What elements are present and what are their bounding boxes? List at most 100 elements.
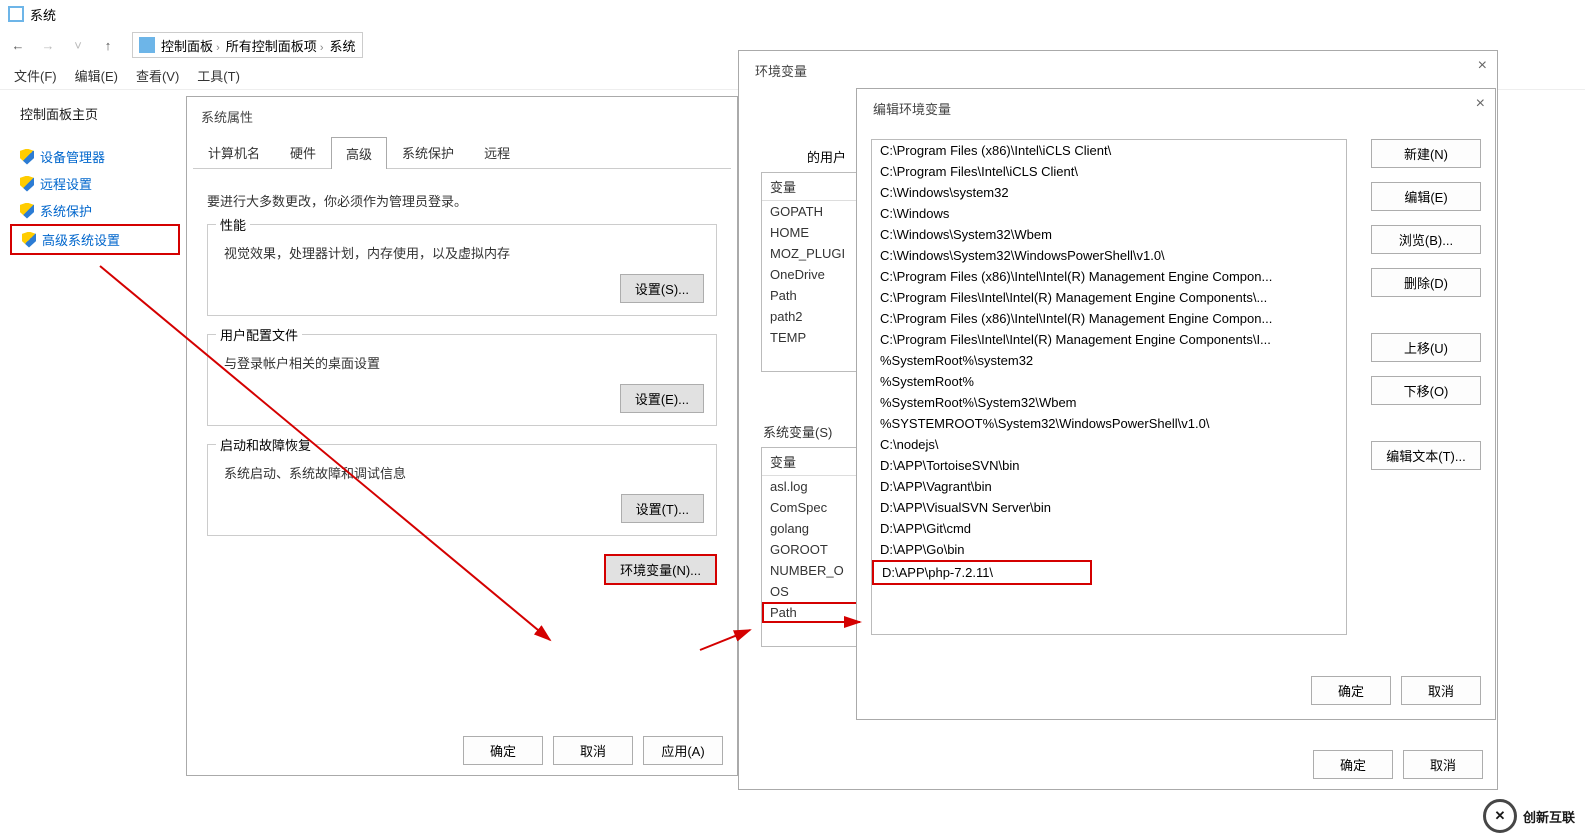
close-icon[interactable]: × <box>1476 95 1485 113</box>
dropdown-icon[interactable]: ˅ <box>68 38 88 53</box>
breadcrumb[interactable]: 系统 <box>330 36 356 55</box>
sidebar-item-label: 远程设置 <box>40 174 92 193</box>
browse-button[interactable]: 浏览(B)... <box>1371 225 1481 254</box>
tab-computer-name[interactable]: 计算机名 <box>193 136 275 168</box>
list-item[interactable]: HOME <box>762 222 870 243</box>
list-item[interactable]: MOZ_PLUGI <box>762 243 870 264</box>
watermark-text: 创新互联 <box>1523 807 1575 826</box>
breadcrumb[interactable]: 所有控制面板项 <box>226 36 324 55</box>
path-item[interactable]: C:\Program Files (x86)\Intel\Intel(R) Ma… <box>872 266 1346 287</box>
back-arrow-icon[interactable]: ← <box>8 38 28 53</box>
edit-text-button[interactable]: 编辑文本(T)... <box>1371 441 1481 470</box>
tab-remote[interactable]: 远程 <box>469 136 525 168</box>
settings-button-perf[interactable]: 设置(S)... <box>620 274 704 303</box>
menu-edit[interactable]: 编辑(E) <box>75 66 118 85</box>
dialog-button-row: 确定 取消 <box>1313 750 1483 779</box>
sidebar-item-label: 高级系统设置 <box>42 230 120 249</box>
dialog-button-row: 确定 取消 应用(A) <box>463 736 723 765</box>
close-icon[interactable]: × <box>1478 57 1487 75</box>
dialog-button-row: 确定 取消 <box>1311 676 1481 705</box>
list-item[interactable]: GOPATH <box>762 201 870 222</box>
path-item[interactable]: C:\Program Files\Intel\iCLS Client\ <box>872 161 1346 182</box>
apply-button[interactable]: 应用(A) <box>643 736 723 765</box>
cancel-button[interactable]: 取消 <box>1401 676 1481 705</box>
path-item[interactable]: C:\Program Files (x86)\Intel\iCLS Client… <box>872 140 1346 161</box>
path-list[interactable]: C:\Program Files (x86)\Intel\iCLS Client… <box>871 139 1347 635</box>
delete-button[interactable]: 删除(D) <box>1371 268 1481 297</box>
path-item[interactable]: C:\Windows\System32\WindowsPowerShell\v1… <box>872 245 1346 266</box>
list-item[interactable]: path2 <box>762 306 870 327</box>
edit-side-buttons: 新建(N) 编辑(E) 浏览(B)... 删除(D) 上移(U) 下移(O) 编… <box>1371 139 1481 470</box>
sidebar-item-protection[interactable]: 系统保护 <box>10 197 180 224</box>
edit-env-var-dialog: 编辑环境变量 × C:\Program Files (x86)\Intel\iC… <box>856 88 1496 720</box>
list-item[interactable]: golang <box>762 518 870 539</box>
list-item[interactable]: GOROOT <box>762 539 870 560</box>
path-item[interactable]: D:\APP\TortoiseSVN\bin <box>872 455 1346 476</box>
path-item[interactable]: %SystemRoot%\system32 <box>872 350 1346 371</box>
tab-protection[interactable]: 系统保护 <box>387 136 469 168</box>
path-item[interactable]: C:\Program Files\Intel\Intel(R) Manageme… <box>872 329 1346 350</box>
breadcrumb[interactable]: 控制面板 <box>161 36 220 55</box>
ok-button[interactable]: 确定 <box>1311 676 1391 705</box>
path-item[interactable]: C:\Windows\system32 <box>872 182 1346 203</box>
path-item[interactable]: C:\Program Files\Intel\Intel(R) Manageme… <box>872 287 1346 308</box>
path-item[interactable]: D:\APP\VisualSVN Server\bin <box>872 497 1346 518</box>
list-item[interactable]: Path <box>762 285 870 306</box>
shield-icon <box>20 203 34 219</box>
sidebar-item-advanced[interactable]: 高级系统设置 <box>10 224 180 255</box>
move-up-button[interactable]: 上移(U) <box>1371 333 1481 362</box>
dialog-title: 系统属性 <box>187 97 737 136</box>
list-item[interactable]: OS <box>762 581 870 602</box>
cancel-button[interactable]: 取消 <box>553 736 633 765</box>
tab-hardware[interactable]: 硬件 <box>275 136 331 168</box>
path-item[interactable]: D:\APP\php-7.2.11\ <box>872 560 1092 585</box>
menu-file[interactable]: 文件(F) <box>14 66 57 85</box>
list-item[interactable]: asl.log <box>762 476 870 497</box>
path-item[interactable]: D:\APP\Vagrant\bin <box>872 476 1346 497</box>
sys-vars-list[interactable]: 变量 asl.logComSpecgolangGOROOTNUMBER_OOSP… <box>761 447 871 647</box>
menu-tools[interactable]: 工具(T) <box>197 66 240 85</box>
ok-button[interactable]: 确定 <box>463 736 543 765</box>
sidebar-item-device-manager[interactable]: 设备管理器 <box>10 143 180 170</box>
control-panel-sidebar: 控制面板主页 设备管理器 远程设置 系统保护 高级系统设置 <box>10 98 180 255</box>
path-item[interactable]: C:\Windows\System32\Wbem <box>872 224 1346 245</box>
cancel-button[interactable]: 取消 <box>1403 750 1483 779</box>
forward-arrow-icon[interactable]: → <box>38 38 58 53</box>
sidebar-item-label: 设备管理器 <box>40 147 105 166</box>
move-down-button[interactable]: 下移(O) <box>1371 376 1481 405</box>
list-item[interactable]: ComSpec <box>762 497 870 518</box>
ok-button[interactable]: 确定 <box>1313 750 1393 779</box>
path-item[interactable]: %SystemRoot%\System32\Wbem <box>872 392 1346 413</box>
sidebar-item-remote[interactable]: 远程设置 <box>10 170 180 197</box>
list-item[interactable]: NUMBER_O <box>762 560 870 581</box>
list-item[interactable]: OneDrive <box>762 264 870 285</box>
user-vars-list[interactable]: 变量 GOPATHHOMEMOZ_PLUGIOneDrivePathpath2T… <box>761 172 871 372</box>
window-icon <box>8 6 24 22</box>
shield-icon <box>22 232 36 248</box>
system-properties-dialog: 系统属性 计算机名 硬件 高级 系统保护 远程 要进行大多数更改，你必须作为管理… <box>186 96 738 776</box>
settings-button-profile[interactable]: 设置(E)... <box>620 384 704 413</box>
address-bar[interactable]: 控制面板 所有控制面板项 系统 <box>132 32 363 58</box>
edit-button[interactable]: 编辑(E) <box>1371 182 1481 211</box>
sysprop-tabs: 计算机名 硬件 高级 系统保护 远程 <box>193 136 731 169</box>
env-vars-button[interactable]: 环境变量(N)... <box>604 554 717 585</box>
up-arrow-icon[interactable]: ↑ <box>98 38 118 53</box>
startup-group: 启动和故障恢复 系统启动、系统故障和调试信息 设置(T)... <box>207 444 717 536</box>
sidebar-header: 控制面板主页 <box>10 98 180 129</box>
menu-view[interactable]: 查看(V) <box>136 66 179 85</box>
group-desc: 系统启动、系统故障和调试信息 <box>224 463 704 482</box>
list-item[interactable]: TEMP <box>762 327 870 348</box>
path-item[interactable]: C:\Program Files (x86)\Intel\Intel(R) Ma… <box>872 308 1346 329</box>
tab-advanced[interactable]: 高级 <box>331 137 387 169</box>
path-item[interactable]: %SystemRoot% <box>872 371 1346 392</box>
new-button[interactable]: 新建(N) <box>1371 139 1481 168</box>
path-item[interactable]: D:\APP\Go\bin <box>872 539 1346 560</box>
path-item[interactable]: C:\Windows <box>872 203 1346 224</box>
list-item[interactable]: Path <box>762 602 870 623</box>
path-item[interactable]: D:\APP\Git\cmd <box>872 518 1346 539</box>
settings-button-startup[interactable]: 设置(T)... <box>621 494 704 523</box>
path-item[interactable]: %SYSTEMROOT%\System32\WindowsPowerShell\… <box>872 413 1346 434</box>
column-header: 变量 <box>762 448 870 476</box>
column-header: 变量 <box>762 173 870 201</box>
path-item[interactable]: C:\nodejs\ <box>872 434 1346 455</box>
